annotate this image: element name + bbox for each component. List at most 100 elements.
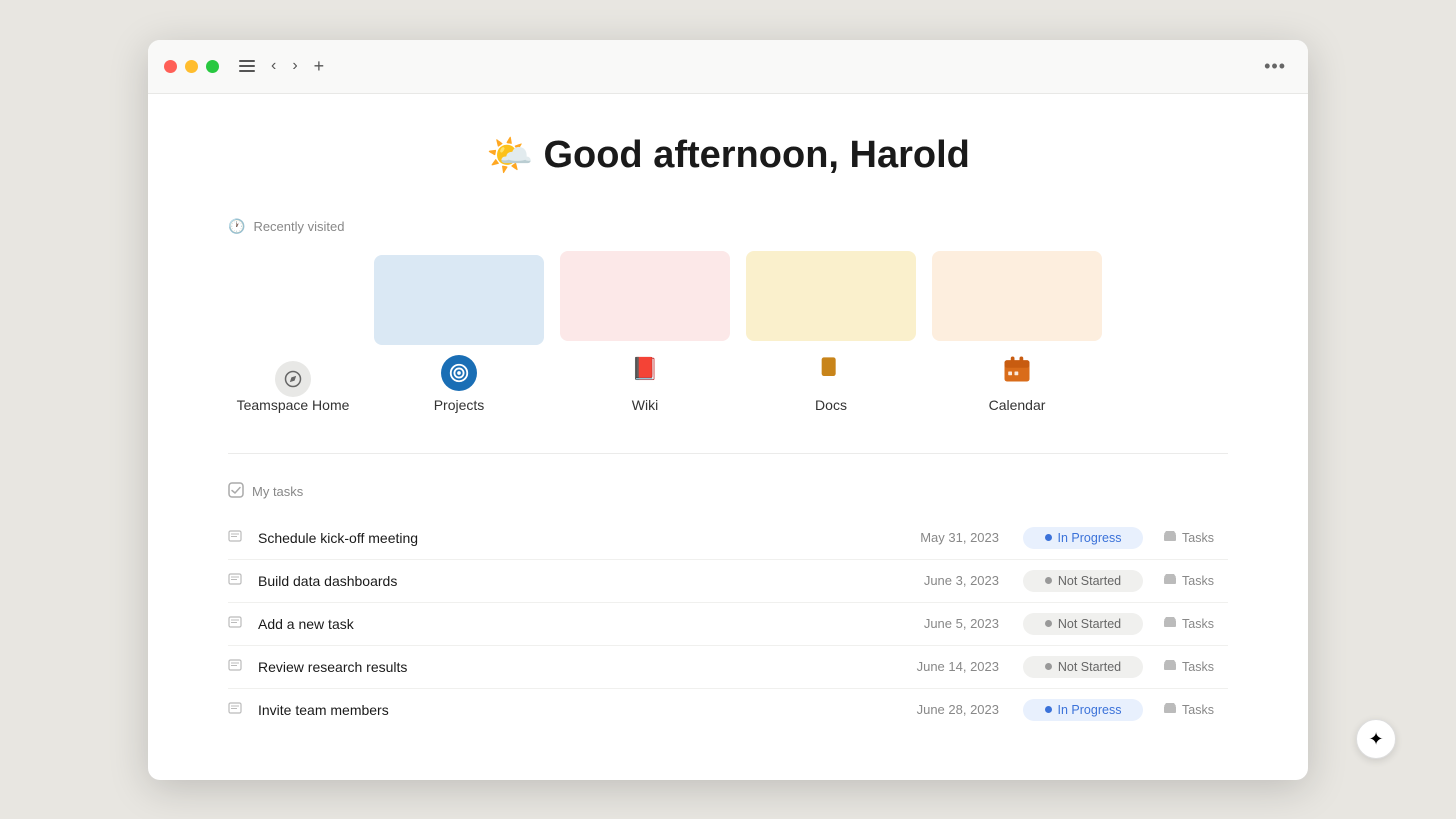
status-dot bbox=[1045, 620, 1052, 627]
recently-visited-section: 🕐 Recently visited Teamspace Home bbox=[228, 218, 1228, 413]
menu-button[interactable] bbox=[235, 58, 259, 74]
titlebar: ‹ › + ••• bbox=[148, 40, 1308, 94]
task-item-icon bbox=[228, 572, 246, 589]
section-divider bbox=[228, 453, 1228, 454]
greeting-emoji: 🌤️ bbox=[486, 134, 533, 178]
projects-icon-row: Projects bbox=[434, 355, 485, 413]
task-row[interactable]: Build data dashboards June 3, 2023 Not S… bbox=[228, 560, 1228, 603]
calendar-icon-row: Calendar bbox=[989, 351, 1046, 413]
task-date: June 5, 2023 bbox=[889, 616, 999, 631]
add-page-button[interactable]: + bbox=[310, 54, 329, 79]
card-projects[interactable]: Projects bbox=[374, 255, 544, 413]
back-button[interactable]: ‹ bbox=[267, 55, 280, 77]
task-type-icon bbox=[1163, 658, 1177, 675]
recently-visited-label: Recently visited bbox=[253, 219, 344, 234]
forward-button[interactable]: › bbox=[288, 55, 301, 77]
task-type[interactable]: Tasks bbox=[1163, 701, 1228, 718]
status-text: In Progress bbox=[1058, 703, 1122, 717]
task-type-icon bbox=[1163, 701, 1177, 718]
greeting-section: 🌤️ Good afternoon, Harold bbox=[228, 134, 1228, 178]
docs-label: Docs bbox=[815, 397, 847, 413]
target-icon bbox=[441, 355, 477, 391]
task-type[interactable]: Tasks bbox=[1163, 615, 1228, 632]
task-row[interactable]: Schedule kick-off meeting May 31, 2023 I… bbox=[228, 517, 1228, 560]
calendar-thumbnail bbox=[932, 251, 1102, 341]
recently-visited-header: 🕐 Recently visited bbox=[228, 218, 1228, 235]
task-type-label: Tasks bbox=[1182, 703, 1214, 717]
task-name: Invite team members bbox=[258, 702, 877, 718]
task-row[interactable]: Invite team members June 28, 2023 In Pro… bbox=[228, 689, 1228, 731]
tasks-check-icon bbox=[228, 482, 244, 501]
status-badge[interactable]: Not Started bbox=[1023, 570, 1143, 592]
task-date: June 14, 2023 bbox=[889, 659, 999, 674]
projects-thumbnail bbox=[374, 255, 544, 345]
wiki-label: Wiki bbox=[632, 397, 658, 413]
greeting-message: Good afternoon, Harold bbox=[543, 134, 969, 177]
my-tasks-section: My tasks Schedule kick-off meeting May 3… bbox=[228, 482, 1228, 731]
status-text: Not Started bbox=[1058, 660, 1121, 674]
compass-icon bbox=[275, 361, 311, 397]
task-item-icon bbox=[228, 529, 246, 546]
task-type-label: Tasks bbox=[1182, 617, 1214, 631]
hamburger-icon bbox=[239, 60, 255, 72]
task-item-icon bbox=[228, 701, 246, 718]
calendar-label: Calendar bbox=[989, 397, 1046, 413]
status-dot bbox=[1045, 706, 1052, 713]
task-row[interactable]: Review research results June 14, 2023 No… bbox=[228, 646, 1228, 689]
more-options-button[interactable]: ••• bbox=[1258, 54, 1292, 79]
back-arrow-icon: ‹ bbox=[271, 57, 276, 75]
task-type[interactable]: Tasks bbox=[1163, 572, 1228, 589]
card-calendar[interactable]: Calendar bbox=[932, 251, 1102, 413]
card-docs[interactable]: Docs bbox=[746, 251, 916, 413]
task-item-icon bbox=[228, 615, 246, 632]
task-name: Build data dashboards bbox=[258, 573, 877, 589]
docs-icon bbox=[813, 351, 849, 387]
status-badge[interactable]: Not Started bbox=[1023, 656, 1143, 678]
task-row[interactable]: Add a new task June 5, 2023 Not Started bbox=[228, 603, 1228, 646]
my-tasks-label: My tasks bbox=[252, 484, 303, 499]
task-item-icon bbox=[228, 658, 246, 675]
plus-icon: + bbox=[314, 56, 325, 77]
docs-thumbnail bbox=[746, 251, 916, 341]
wiki-thumbnail bbox=[560, 251, 730, 341]
task-type-icon bbox=[1163, 572, 1177, 589]
titlebar-icons: ‹ › + bbox=[235, 54, 328, 79]
status-dot bbox=[1045, 663, 1052, 670]
card-wiki[interactable]: 📕 Wiki bbox=[560, 251, 730, 413]
card-teamspace-home[interactable]: Teamspace Home bbox=[228, 283, 358, 413]
task-date: June 3, 2023 bbox=[889, 573, 999, 588]
greeting-text: 🌤️ Good afternoon, Harold bbox=[228, 134, 1228, 178]
wiki-icon-row: 📕 Wiki bbox=[627, 351, 663, 413]
close-button[interactable] bbox=[164, 60, 177, 73]
task-name: Add a new task bbox=[258, 616, 877, 632]
task-type-label: Tasks bbox=[1182, 660, 1214, 674]
status-badge[interactable]: Not Started bbox=[1023, 613, 1143, 635]
main-content: 🌤️ Good afternoon, Harold 🕐 Recently vis… bbox=[148, 94, 1308, 780]
minimize-button[interactable] bbox=[185, 60, 198, 73]
traffic-lights bbox=[164, 60, 219, 73]
forward-arrow-icon: › bbox=[292, 57, 297, 75]
task-name: Review research results bbox=[258, 659, 877, 675]
app-window: ‹ › + ••• 🌤️ Good afternoon, Harold 🕐 bbox=[148, 40, 1308, 780]
task-type-icon bbox=[1163, 529, 1177, 546]
task-date: May 31, 2023 bbox=[889, 530, 999, 545]
titlebar-right: ••• bbox=[1258, 54, 1292, 79]
calendar-icon bbox=[999, 351, 1035, 387]
projects-label: Projects bbox=[434, 397, 485, 413]
task-type[interactable]: Tasks bbox=[1163, 529, 1228, 546]
task-type[interactable]: Tasks bbox=[1163, 658, 1228, 675]
task-type-label: Tasks bbox=[1182, 531, 1214, 545]
status-badge[interactable]: In Progress bbox=[1023, 699, 1143, 721]
task-date: June 28, 2023 bbox=[889, 702, 999, 717]
status-text: Not Started bbox=[1058, 574, 1121, 588]
status-dot bbox=[1045, 577, 1052, 584]
my-tasks-header: My tasks bbox=[228, 482, 1228, 501]
status-text: In Progress bbox=[1058, 531, 1122, 545]
docs-icon-row: Docs bbox=[813, 351, 849, 413]
maximize-button[interactable] bbox=[206, 60, 219, 73]
task-type-icon bbox=[1163, 615, 1177, 632]
clock-icon: 🕐 bbox=[228, 218, 245, 235]
cards-row: Teamspace Home Projects bbox=[228, 251, 1228, 413]
status-badge[interactable]: In Progress bbox=[1023, 527, 1143, 549]
tasks-list: Schedule kick-off meeting May 31, 2023 I… bbox=[228, 517, 1228, 731]
